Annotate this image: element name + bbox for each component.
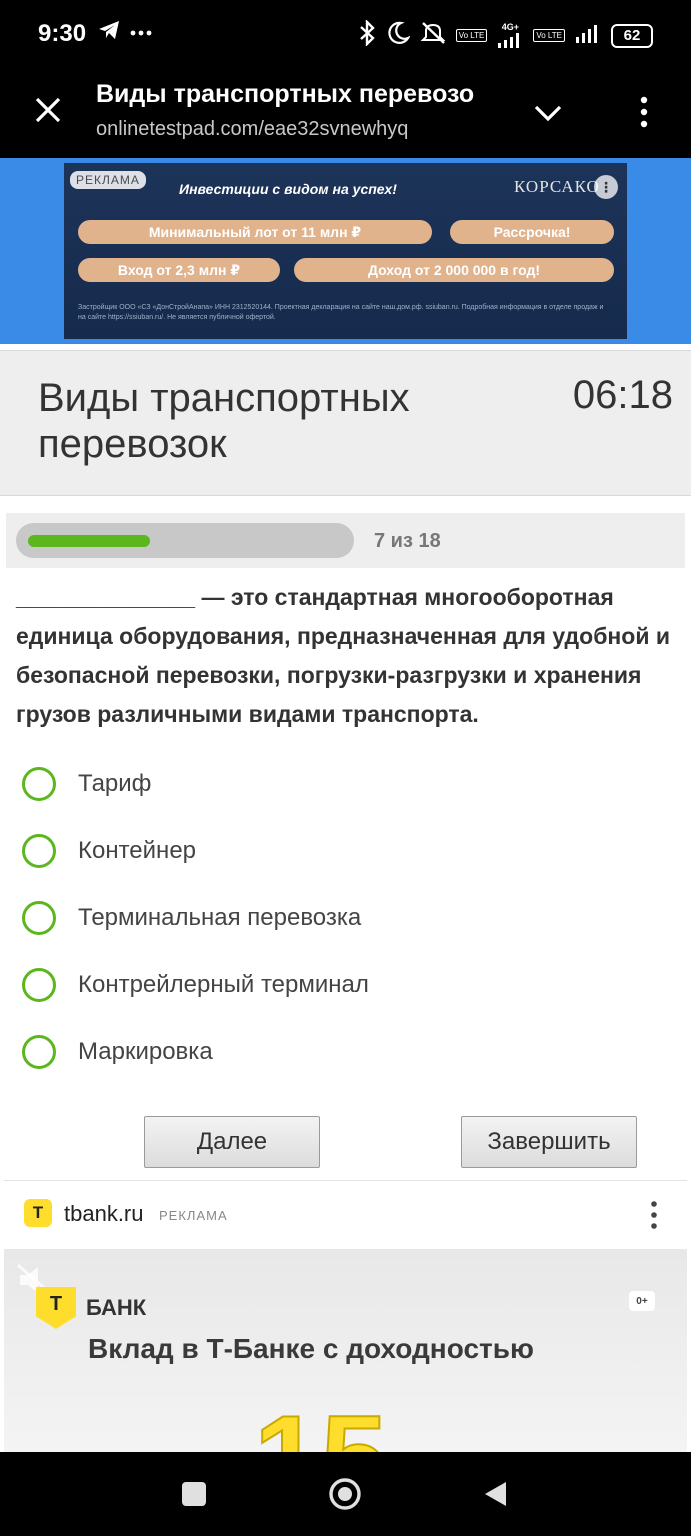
question-text: ______________ — это стандартная многооб… bbox=[16, 584, 671, 727]
answer-options: Тариф Контейнер Терминальная перевозка К… bbox=[22, 750, 662, 1085]
system-nav-bar bbox=[0, 1452, 691, 1536]
answer-option[interactable]: Тариф bbox=[22, 750, 662, 817]
bluetooth-icon bbox=[358, 19, 376, 51]
quiz-header: Виды транспортных перевозок 06:18 bbox=[0, 350, 691, 496]
ad-menu-button[interactable] bbox=[644, 1199, 664, 1231]
network-type-label: 4G+ bbox=[501, 22, 519, 32]
more-dots-icon bbox=[130, 24, 152, 42]
radio-button[interactable] bbox=[22, 766, 56, 801]
answer-option[interactable]: Маркировка bbox=[22, 1018, 662, 1085]
ad-pill: Доход от 2 000 000 в год! bbox=[294, 258, 614, 282]
close-icon bbox=[35, 97, 61, 123]
answer-option-label: Терминальная перевозка bbox=[78, 903, 362, 931]
tbank-brand: T БАНК bbox=[36, 1287, 146, 1329]
answer-option-label: Тариф bbox=[78, 769, 152, 797]
answer-option-label: Маркировка bbox=[78, 1037, 213, 1065]
battery-icon: 62 bbox=[611, 23, 653, 48]
status-bar: 9:30 Vo LTE 4G+ Vo LTE 62 bbox=[0, 0, 691, 70]
volte-badge: Vo LTE bbox=[455, 29, 488, 42]
chevron-down-icon bbox=[534, 105, 562, 122]
tbank-logo-icon: T bbox=[24, 1199, 52, 1227]
radio-button[interactable] bbox=[22, 967, 56, 1002]
ad-fine-print: Застройщик ООО «СЗ «ДонСтройАнапа» ИНН 2… bbox=[78, 304, 604, 321]
tbank-brand-text: БАНК bbox=[86, 1295, 147, 1320]
ad-label: РЕКЛАМА bbox=[159, 1208, 228, 1223]
top-ad-banner[interactable]: РЕКЛАМА Инвестиции с видом на успех! КОР… bbox=[64, 163, 627, 339]
next-button[interactable]: Далее bbox=[144, 1116, 320, 1168]
ad-domain[interactable]: tbank.ru bbox=[64, 1201, 144, 1227]
ad-tag: РЕКЛАМА bbox=[70, 171, 146, 189]
top-ad-container: РЕКЛАМА Инвестиции с видом на успех! КОР… bbox=[0, 158, 691, 344]
volte-badge: Vo LTE bbox=[533, 29, 565, 42]
finish-button[interactable]: Завершить bbox=[461, 1116, 637, 1168]
answer-option[interactable]: Терминальная перевозка bbox=[22, 884, 662, 951]
vertical-dots-icon bbox=[651, 1201, 657, 1229]
close-button[interactable] bbox=[30, 92, 66, 128]
age-rating-badge: 0+ bbox=[629, 1291, 655, 1311]
answer-option[interactable]: Контрейлерный терминал bbox=[22, 951, 662, 1018]
home-circle-icon bbox=[329, 1478, 361, 1510]
svg-text:15: 15 bbox=[254, 1391, 387, 1456]
back-button[interactable] bbox=[475, 1474, 515, 1514]
signal-icon: 4G+ bbox=[497, 23, 523, 48]
tbank-shield-logo: T bbox=[36, 1287, 76, 1329]
browser-page-title: Виды транспортных перевозо bbox=[96, 80, 475, 108]
quiz-title: Виды транспортных перевозок bbox=[38, 376, 410, 466]
ad-creative-headline: Вклад в Т-Банке с доходностью bbox=[88, 1333, 534, 1364]
browser-url[interactable]: onlinetestpad.com/eae32svnewhyq bbox=[96, 118, 408, 141]
square-icon bbox=[182, 1482, 206, 1506]
telegram-icon bbox=[98, 20, 120, 45]
bottom-ad-header: T tbank.ru РЕКЛАМА bbox=[4, 1181, 687, 1248]
radio-button[interactable] bbox=[22, 1034, 56, 1069]
ad-creative[interactable]: T БАНК 0+ Вклад в Т-Банке с доходностью … bbox=[4, 1249, 687, 1456]
status-time: 9:30 bbox=[38, 20, 87, 47]
vertical-dots-icon bbox=[640, 96, 648, 128]
progress-row: 7 из 18 bbox=[6, 513, 685, 568]
moon-icon bbox=[386, 21, 411, 50]
recents-button[interactable] bbox=[174, 1474, 214, 1514]
home-button[interactable] bbox=[325, 1474, 365, 1514]
expand-button[interactable] bbox=[530, 98, 566, 126]
big-number-graphic: 15 bbox=[253, 1390, 388, 1456]
progress-bar-fill bbox=[28, 535, 150, 547]
radio-button[interactable] bbox=[22, 833, 56, 868]
ad-pill: Минимальный лот от 11 млн ₽ bbox=[78, 220, 432, 244]
signal-icon bbox=[575, 23, 601, 48]
ad-info-icon[interactable]: ⋮ bbox=[594, 175, 618, 199]
back-triangle-icon bbox=[485, 1482, 506, 1506]
progress-text: 7 из 18 bbox=[374, 530, 441, 552]
bottom-ad[interactable]: T tbank.ru РЕКЛАМА T БАНК 0+ Вклад в Т-Б… bbox=[4, 1180, 687, 1456]
answer-option[interactable]: Контейнер bbox=[22, 817, 662, 884]
mute-icon bbox=[420, 21, 446, 50]
answer-option-label: Контейнер bbox=[78, 836, 197, 864]
answer-option-label: Контрейлерный терминал bbox=[78, 970, 369, 998]
browser-toolbar: Виды транспортных перевозо onlinetestpad… bbox=[0, 70, 691, 158]
ad-pill: Рассрочка! bbox=[450, 220, 614, 244]
ad-pill: Вход от 2,3 млн ₽ bbox=[78, 258, 280, 282]
overflow-menu-button[interactable] bbox=[630, 94, 658, 130]
quiz-timer: 06:18 bbox=[572, 373, 673, 417]
progress-bar bbox=[16, 523, 354, 558]
radio-button[interactable] bbox=[22, 900, 56, 935]
ad-brand-logo: КОРСАКО bbox=[514, 177, 600, 196]
ad-headline: Инвестиции с видом на успех! bbox=[179, 181, 397, 197]
